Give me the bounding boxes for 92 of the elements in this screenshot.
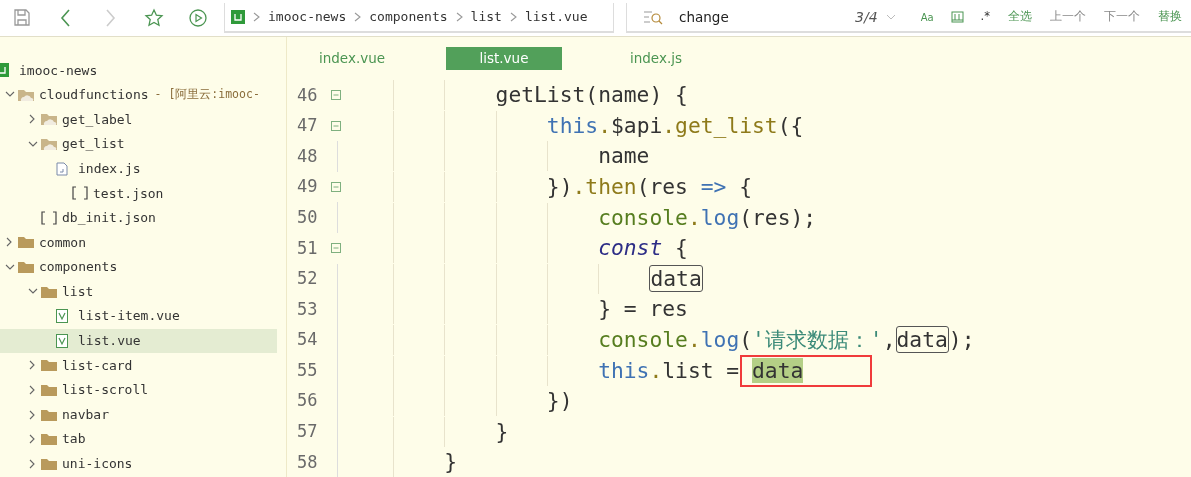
star-icon[interactable] bbox=[144, 8, 164, 28]
tree-item[interactable]: tab bbox=[0, 426, 286, 452]
match-case-button[interactable]: Aa bbox=[911, 9, 943, 25]
tree-item[interactable]: db_init.json bbox=[0, 205, 286, 231]
editor-tab[interactable]: index.vue bbox=[294, 47, 410, 70]
cloud-folder-icon bbox=[17, 87, 35, 102]
whole-word-icon[interactable] bbox=[950, 11, 964, 23]
match-count: 3/4 bbox=[855, 7, 878, 27]
chevron-right-icon bbox=[455, 12, 463, 22]
tree-item[interactable]: get_list bbox=[0, 131, 286, 157]
code-line: this.list = data bbox=[393, 355, 804, 386]
tree-item[interactable]: get_label bbox=[0, 107, 286, 132]
chevron-right-icon[interactable] bbox=[29, 114, 36, 125]
line-number: 46 bbox=[297, 83, 319, 107]
chevron-down-icon[interactable] bbox=[4, 263, 15, 271]
tree-item[interactable]: index.js bbox=[0, 156, 286, 181]
folder-icon bbox=[40, 383, 58, 397]
line-number: 47 bbox=[297, 114, 319, 138]
project-icon bbox=[231, 10, 245, 24]
folder-icon bbox=[40, 456, 58, 471]
breadcrumb-item[interactable]: imooc-news bbox=[268, 7, 347, 27]
code-line: }).then(res => { bbox=[393, 172, 753, 203]
search-field[interactable]: change bbox=[679, 6, 829, 28]
chevron-right-icon bbox=[253, 12, 260, 22]
chevron-right-icon bbox=[354, 12, 362, 22]
regex-button[interactable]: .* bbox=[971, 8, 999, 26]
code-line: const { bbox=[393, 233, 688, 264]
chevron-down-icon[interactable] bbox=[4, 91, 15, 99]
chevron-right-icon[interactable] bbox=[29, 409, 36, 420]
chevron-right-icon[interactable] bbox=[29, 434, 36, 445]
chevron-down-icon[interactable] bbox=[27, 288, 38, 296]
folder-icon bbox=[40, 432, 58, 447]
save-icon[interactable] bbox=[12, 8, 32, 28]
search-action-button[interactable]: 全选 bbox=[999, 8, 1041, 26]
chevron-right-icon[interactable] bbox=[29, 385, 36, 395]
line-number: 51 bbox=[297, 236, 319, 260]
tree-item[interactable]: list bbox=[0, 279, 286, 304]
chevron-right-icon bbox=[509, 12, 517, 22]
folder-icon bbox=[40, 407, 58, 422]
code-line: } = res bbox=[393, 294, 688, 325]
line-number: 48 bbox=[297, 144, 319, 168]
file-icon bbox=[56, 161, 68, 176]
breadcrumb-item[interactable]: list bbox=[470, 7, 502, 27]
tree-item[interactable]: cloudfunctions - [阿里云:imooc- bbox=[0, 82, 286, 108]
code-line: getList(name) { bbox=[393, 80, 688, 111]
search-action-button[interactable]: 替换 bbox=[1149, 8, 1191, 26]
line-number: 56 bbox=[297, 389, 319, 413]
folder-icon bbox=[17, 235, 35, 250]
line-number: 50 bbox=[297, 205, 319, 229]
search-icon bbox=[643, 9, 663, 25]
tree-item[interactable]: common bbox=[0, 230, 286, 255]
tree-item[interactable]: uni-icons bbox=[0, 451, 286, 477]
cloud-folder-icon bbox=[40, 137, 58, 152]
chevron-right-icon[interactable] bbox=[29, 458, 36, 469]
code-line: this.$api.get_list({ bbox=[393, 110, 804, 141]
play-icon[interactable] bbox=[188, 8, 208, 28]
brackets-icon bbox=[71, 186, 89, 201]
tree-item[interactable]: components bbox=[0, 254, 286, 280]
line-number: 49 bbox=[297, 175, 319, 199]
code-line: } bbox=[393, 416, 509, 447]
tree-item[interactable]: list-card bbox=[0, 353, 286, 378]
tree-item[interactable]: list.vue bbox=[0, 328, 277, 354]
folder-icon bbox=[40, 284, 58, 299]
line-number: 55 bbox=[297, 358, 319, 382]
chevron-right-icon[interactable] bbox=[6, 237, 13, 248]
line-number: 57 bbox=[297, 420, 319, 444]
code-line: console.log('请求数据：',data); bbox=[393, 325, 975, 356]
breadcrumb-item[interactable]: components bbox=[369, 7, 448, 27]
chevron-right-icon[interactable] bbox=[29, 360, 36, 371]
remote-label: - [阿里云:imooc- bbox=[154, 86, 260, 104]
code-line: name bbox=[393, 141, 650, 172]
tree-item[interactable]: navbar bbox=[0, 402, 286, 427]
tree-item[interactable]: test.json bbox=[0, 180, 286, 206]
code-line: data bbox=[393, 263, 703, 294]
line-number: 54 bbox=[297, 328, 319, 352]
brackets-icon bbox=[40, 210, 58, 225]
code-line: console.log(res); bbox=[393, 202, 817, 233]
tree-item[interactable]: list-item.vue bbox=[0, 303, 286, 329]
line-number: 58 bbox=[297, 450, 319, 474]
code-line: } bbox=[393, 447, 458, 477]
folder-icon bbox=[40, 358, 58, 373]
chevron-down-icon[interactable] bbox=[27, 140, 38, 148]
vue-file-icon bbox=[56, 309, 68, 324]
project-name[interactable]: imooc-news bbox=[19, 60, 98, 81]
vue-file-icon bbox=[56, 333, 68, 348]
tree-item[interactable]: list-scroll bbox=[0, 377, 286, 403]
editor-tab[interactable]: index.js bbox=[598, 47, 714, 70]
cloud-folder-icon bbox=[40, 112, 58, 127]
line-number: 52 bbox=[297, 267, 319, 291]
breadcrumb-item[interactable]: list.vue bbox=[524, 7, 588, 27]
folder-icon bbox=[17, 260, 35, 275]
line-number: 53 bbox=[297, 297, 319, 321]
